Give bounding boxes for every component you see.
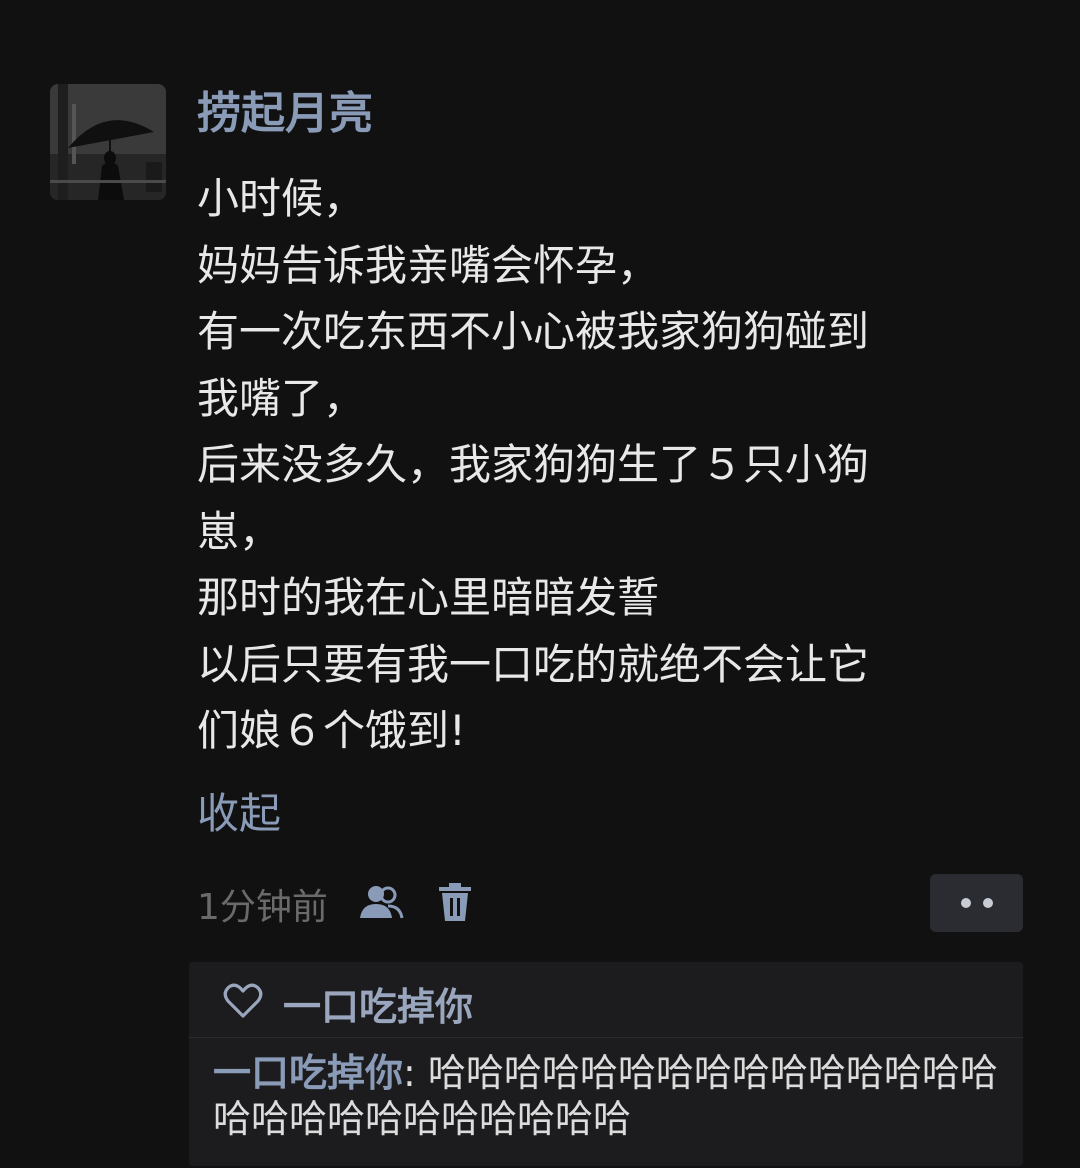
interaction-box: 一口吃掉你 一口吃掉你: 哈哈哈哈哈哈哈哈哈哈哈哈哈哈哈哈哈哈哈哈哈哈哈哈哈哈: [189, 962, 1023, 1166]
post-line: 那时的我在心里暗暗发誓: [197, 573, 660, 622]
post-line: 我嘴了，: [197, 373, 366, 423]
divider: [189, 1037, 1023, 1038]
dot: [960, 898, 971, 908]
post-text: 小时候， 妈妈告诉我亲嘴会怀孕， 有一次吃东西不小心被我家狗狗碰到 我嘴了， 后…: [197, 166, 1027, 765]
post-time: 1分钟前: [197, 887, 328, 928]
post-line: 后来没多久，我家狗狗生了５只小狗: [197, 440, 870, 489]
post-line: 以后只要有我一口吃的就绝不会让它: [197, 639, 870, 689]
post-meta: 1分钟前: [197, 874, 506, 934]
trash-icon[interactable]: [438, 882, 472, 926]
heart-outline-icon[interactable]: [223, 983, 263, 1023]
liker-name[interactable]: 一口吃掉你: [283, 976, 473, 1031]
post-line: 有一次吃东西不小心被我家狗狗碰到: [197, 307, 870, 356]
post-line: 们娘６个饿到!: [197, 706, 466, 755]
more-dots-icon[interactable]: [930, 874, 1023, 932]
post-line: 小时候，: [197, 174, 366, 223]
avatar[interactable]: [50, 84, 166, 200]
comment[interactable]: 一口吃掉你: 哈哈哈哈哈哈哈哈哈哈哈哈哈哈哈哈哈哈哈哈哈哈哈哈哈哈: [213, 1050, 1013, 1142]
likes-row: 一口吃掉你: [223, 976, 473, 1030]
dot: [982, 898, 993, 908]
collapse-link[interactable]: 收起: [197, 784, 281, 844]
friends-icon[interactable]: [358, 884, 404, 924]
author-name[interactable]: 捞起月亮: [197, 82, 373, 146]
comment-author[interactable]: 一口吃掉你: [213, 1051, 403, 1095]
post-line: 妈妈告诉我亲嘴会怀孕，: [197, 240, 660, 290]
comment-separator: :: [403, 1051, 428, 1095]
post-line: 崽，: [197, 506, 282, 556]
avatar-image: [50, 84, 166, 200]
